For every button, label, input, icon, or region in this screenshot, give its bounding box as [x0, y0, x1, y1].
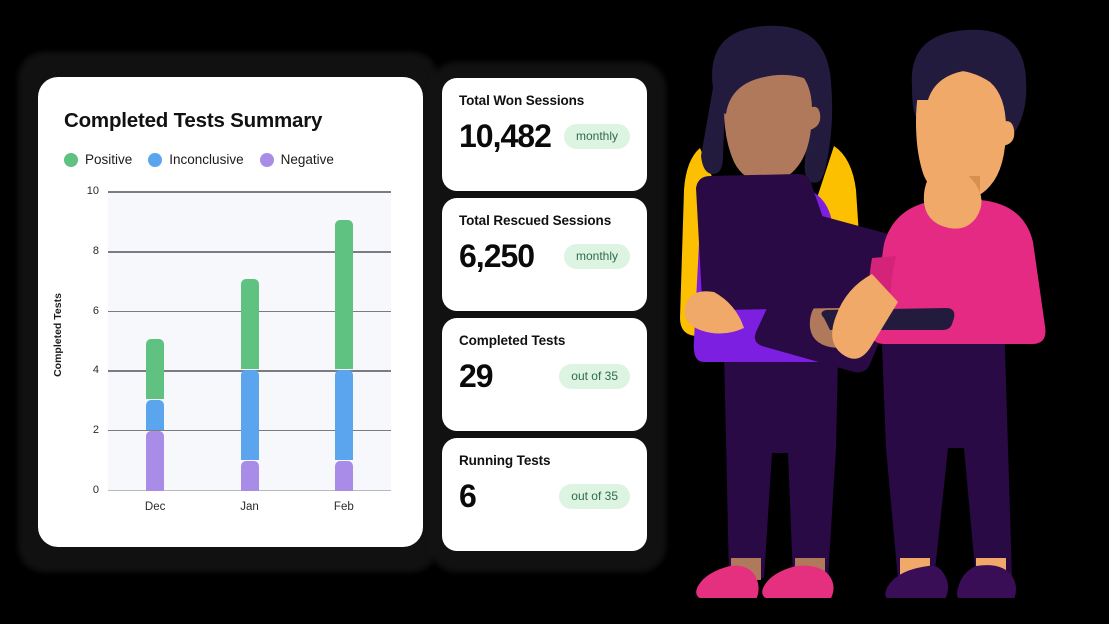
y-axis-title: Completed Tests	[52, 293, 64, 377]
legend-item[interactable]: Positive	[64, 152, 132, 167]
legend-dot-negative	[259, 152, 274, 167]
stat-card-total-rescued-sessions[interactable]: Total Rescued Sessions 6,250 monthly	[442, 198, 647, 311]
stat-value: 10,482	[459, 118, 552, 154]
stat-value: 29	[459, 358, 494, 394]
bar-group[interactable]: Dec	[145, 338, 165, 513]
bar-segment-inconclusive[interactable]	[146, 400, 165, 430]
bar-segment-negative[interactable]	[240, 461, 259, 491]
bar-segment-positive[interactable]	[146, 339, 165, 399]
y-axis-tick-label: 8	[92, 245, 99, 258]
bar-group[interactable]: Jan	[240, 278, 259, 513]
stat-row: 6,250 monthly	[459, 240, 630, 272]
legend-label: Inconclusive	[169, 152, 244, 167]
stat-card-total-won-sessions[interactable]: Total Won Sessions 10,482 monthly	[442, 78, 647, 191]
chart-legend: Positive Inconclusive Negative	[64, 152, 399, 167]
status-badge: monthly	[563, 123, 630, 149]
chart-plot-area: 0 2 4 6 8 10 Dec Jan Feb	[87, 185, 391, 513]
stat-card-running-tests[interactable]: Running Tests 6 out of 35	[442, 438, 647, 551]
legend-label: Positive	[85, 152, 133, 167]
stat-label: Completed Tests	[459, 333, 566, 348]
y-axis-tick-label: 10	[86, 185, 99, 198]
chart-plot-wrapper: Completed Tests 0 2 4 6 8 10 Dec Jan Feb	[52, 185, 400, 515]
y-axis-tick-label: 0	[92, 483, 99, 496]
y-axis-tick-label: 6	[92, 304, 99, 317]
man-left-shoe	[885, 565, 948, 598]
y-axis-tick-label: 4	[92, 364, 99, 377]
stat-row: 6 out of 35	[459, 480, 630, 512]
gridline: 10	[87, 185, 391, 197]
stat-label: Total Rescued Sessions	[459, 213, 612, 228]
status-badge: monthly	[563, 243, 630, 269]
x-axis-tick-label: Jan	[240, 501, 259, 513]
stat-value: 6	[459, 478, 477, 514]
bar-segment-negative[interactable]	[334, 461, 353, 491]
stat-row: 29 out of 35	[459, 360, 630, 392]
bar-segment-positive[interactable]	[334, 219, 353, 369]
chart-title: Completed Tests Summary	[64, 109, 323, 132]
legend-dot-inconclusive	[148, 152, 163, 167]
stat-label: Total Won Sessions	[459, 93, 585, 108]
y-axis-tick-label: 2	[92, 423, 99, 436]
x-axis-tick-label: Dec	[144, 501, 166, 513]
bar-segment-inconclusive[interactable]	[334, 370, 353, 460]
status-badge: out of 35	[559, 483, 630, 509]
woman-right-shoe	[762, 565, 834, 598]
legend-item[interactable]: Inconclusive	[148, 152, 244, 167]
stat-value: 6,250	[459, 238, 535, 274]
bar-segment-negative[interactable]	[146, 431, 165, 491]
legend-label: Negative	[280, 152, 334, 167]
bar-group[interactable]: Feb	[334, 218, 354, 513]
x-axis-tick-label: Feb	[333, 501, 354, 513]
two-people-with-devices-illustration	[680, 25, 1046, 598]
dashboard-screenshot: Completed Tests Summary Positive Inconclu…	[0, 0, 1109, 624]
bar-segment-inconclusive[interactable]	[240, 370, 259, 460]
woman-left-shoe	[696, 565, 759, 598]
man-pants	[881, 318, 1012, 580]
stat-label: Running Tests	[459, 453, 551, 468]
status-badge: out of 35	[559, 363, 630, 389]
stat-row: 10,482 monthly	[459, 120, 630, 152]
completed-tests-summary-card: Completed Tests Summary Positive Inconclu…	[38, 77, 423, 547]
bar-segment-positive[interactable]	[240, 279, 259, 369]
legend-item[interactable]: Negative	[259, 152, 334, 167]
legend-dot-positive	[64, 152, 78, 167]
stat-card-completed-tests[interactable]: Completed Tests 29 out of 35	[442, 318, 647, 431]
